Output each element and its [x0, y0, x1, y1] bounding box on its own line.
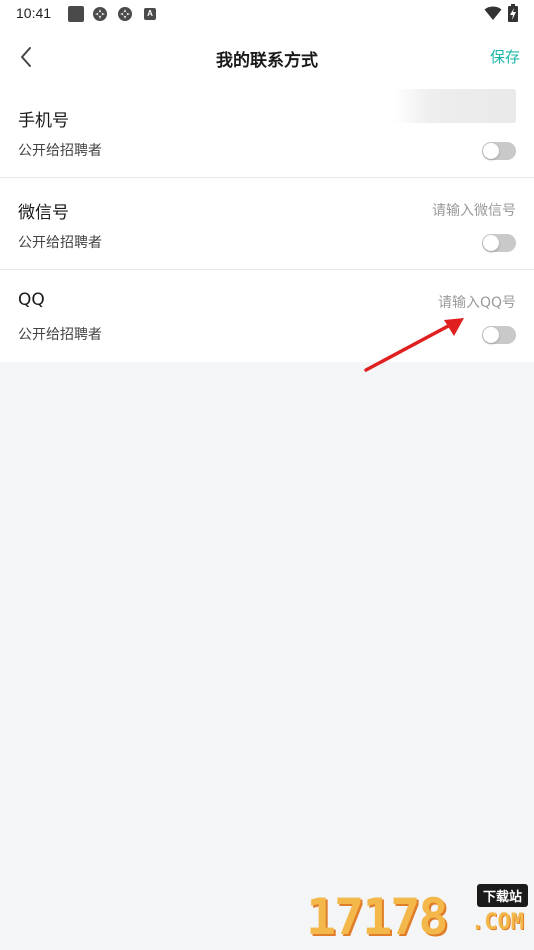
row-label: QQ [18, 290, 45, 310]
phone-value-field[interactable] [394, 89, 516, 123]
watermark-number: 17178 [306, 888, 449, 946]
a-badge-icon: A [144, 8, 156, 20]
public-label: 公开给招聘者 [18, 327, 102, 343]
toggle-knob [483, 235, 499, 251]
contact-row-wechat: 微信号 请输入微信号 公开给招聘者 [0, 178, 534, 270]
public-toggle[interactable] [482, 142, 516, 160]
status-bar: 10:41 A [0, 0, 534, 28]
public-toggle[interactable] [482, 234, 516, 252]
public-toggle[interactable] [482, 326, 516, 344]
gear-icon [118, 7, 132, 21]
app-header: 我的联系方式 保存 [0, 28, 534, 86]
watermark-tag: 下载站 [476, 884, 528, 907]
row-label: 微信号 [18, 203, 69, 223]
annotation-arrow-icon [364, 318, 464, 372]
public-label: 公开给招聘者 [18, 143, 102, 159]
status-time: 10:41 [16, 5, 52, 21]
wechat-input[interactable]: 请输入微信号 [432, 200, 516, 220]
row-label: 手机号 [18, 111, 69, 131]
toggle-knob [483, 143, 499, 159]
watermark-logo: 17178 下载站 .COM [306, 882, 530, 948]
gear-icon [93, 7, 107, 21]
qq-input[interactable]: 请输入QQ号 [438, 292, 516, 312]
stop-square-icon [68, 6, 84, 22]
page-title: 我的联系方式 [216, 51, 318, 71]
wifi-icon [484, 6, 502, 20]
save-button[interactable]: 保存 [490, 46, 520, 67]
contact-row-phone: 手机号 公开给招聘者 [0, 86, 534, 178]
battery-charging-icon [508, 4, 518, 22]
toggle-knob [483, 327, 499, 343]
public-label: 公开给招聘者 [18, 235, 102, 251]
watermark-domain: .COM [471, 910, 524, 935]
